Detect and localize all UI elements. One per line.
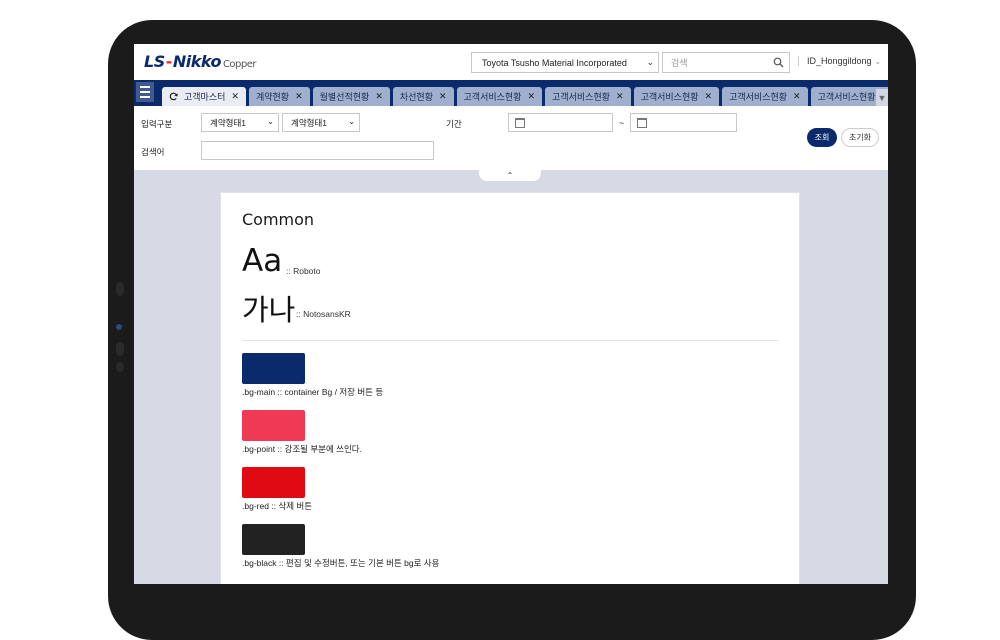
keyword-input[interactable] xyxy=(201,141,434,160)
color-swatch-point xyxy=(242,410,305,441)
tab-contract-status[interactable]: 계약현황 ✕ xyxy=(248,87,310,106)
divider xyxy=(242,340,778,341)
style-guide-card: Common Aa :: Roboto 가나 :: NotosansKR .bg… xyxy=(220,192,800,584)
top-header: LS-Nikko Copper Toyota Tsusho Material In… xyxy=(134,44,888,80)
tab-label: 고객서비스현황 xyxy=(463,92,522,102)
contract-type-select-1[interactable]: 계약형태1 ⌄ xyxy=(201,113,279,132)
tablet-side-button xyxy=(116,362,124,372)
chevron-down-icon: ⌄ xyxy=(267,117,274,126)
korean-font-sample: 가나 xyxy=(242,293,296,327)
refresh-icon[interactable] xyxy=(169,92,178,101)
start-date-input[interactable] xyxy=(508,113,613,132)
tab-customer-service[interactable]: 고객서비스현황 ✕ xyxy=(633,87,720,106)
input-type-label: 입력구분 xyxy=(141,119,173,129)
tab-lane-status[interactable]: 차선현황 ✕ xyxy=(392,87,454,106)
tab-customer-service[interactable]: 고객서비스현황 ✕ xyxy=(456,87,543,106)
calendar-icon[interactable] xyxy=(515,118,525,128)
latin-font-note: :: Roboto xyxy=(286,266,321,276)
tab-customer-service[interactable]: 고객서비스현황 ✕ xyxy=(722,87,808,106)
hamburger-icon[interactable] xyxy=(136,82,154,102)
app-screen: LS-Nikko Copper Toyota Tsusho Material In… xyxy=(134,44,888,584)
chevron-down-icon: ⌄ xyxy=(646,57,654,67)
swatch-label: .bg-black :: 편집 및 수정버튼, 또는 기본 버튼 bg로 사용 xyxy=(242,558,440,568)
chevron-up-icon: ⌃ xyxy=(506,171,514,180)
chevron-down-icon: ⌄ xyxy=(874,57,882,66)
search-button[interactable]: 조회 xyxy=(807,128,837,147)
swatch-label: .bg-main :: container Bg / 저장 버튼 등 xyxy=(242,387,384,397)
korean-font-note: :: NotosansKR xyxy=(296,309,351,319)
user-menu[interactable]: ID_Honggildong ⌄ xyxy=(798,56,881,66)
close-icon[interactable]: ✕ xyxy=(375,91,383,102)
tab-customer-service[interactable]: 고객서비스현황 ✕ xyxy=(545,87,631,106)
close-icon[interactable]: ✕ xyxy=(295,91,303,102)
tab-label: 고객서비스현황 xyxy=(552,92,611,102)
brand-logo[interactable]: LS-Nikko Copper xyxy=(144,52,257,71)
tablet-side-button xyxy=(116,342,124,356)
close-icon[interactable]: ✕ xyxy=(616,91,624,102)
search-icon[interactable] xyxy=(773,57,784,68)
close-icon[interactable]: ✕ xyxy=(231,91,239,102)
logo-ls: LS xyxy=(144,52,165,71)
logo-brand: Nikko xyxy=(172,52,222,71)
card-title: Common xyxy=(242,210,315,229)
tab-label: 차선현황 xyxy=(399,92,433,102)
latin-font-sample: Aa xyxy=(242,243,283,279)
filter-collapse-button[interactable]: ⌃ xyxy=(479,170,541,181)
color-swatch-main xyxy=(242,353,305,384)
company-select-value: Toyota Tsusho Material Incorporated xyxy=(482,57,627,68)
tablet-camera-dot xyxy=(116,324,122,330)
logo-dash: - xyxy=(165,52,173,71)
swatch-label: .bg-point :: 강조될 부분에 쓰인다. xyxy=(242,444,362,454)
logo-sub: Copper xyxy=(222,59,257,70)
user-id: ID_Honggildong xyxy=(807,56,872,66)
tab-monthly-shipment[interactable]: 월별선적현황 ✕ xyxy=(312,87,390,106)
tab-label: 고객마스터 xyxy=(184,92,226,102)
contract-type-select-2[interactable]: 계약형태1 ⌄ xyxy=(282,113,360,132)
swatch-label: .bg-red :: 삭제 버튼 xyxy=(242,501,313,511)
tab-label: 고객서비스현황 xyxy=(640,92,699,102)
tab-list: 고객마스터 ✕ 계약현황 ✕ 월별선적현황 ✕ 차선현황 ✕ 고객서비스현황 ✕ 고객서비… xyxy=(162,87,888,106)
global-search-input[interactable]: 검색 xyxy=(662,52,790,73)
keyword-label: 검색어 xyxy=(141,147,165,157)
end-date-input[interactable] xyxy=(630,113,737,132)
search-placeholder: 검색 xyxy=(671,58,688,68)
tablet-side-button xyxy=(116,282,124,296)
chevron-down-icon: ⌄ xyxy=(348,117,355,126)
tab-label: 월별선적현황 xyxy=(319,92,370,102)
color-swatch-black xyxy=(242,524,305,555)
reset-button[interactable]: 초기화 xyxy=(841,128,879,147)
company-select[interactable]: Toyota Tsusho Material Incorporated ⌄ xyxy=(471,52,659,73)
tab-label: 고객서비스현황 xyxy=(817,92,876,102)
tab-overflow-dropdown-icon[interactable]: ▼ xyxy=(876,89,888,106)
tab-label: 계약현황 xyxy=(255,92,290,102)
select-value: 계약형태1 xyxy=(210,117,247,128)
close-icon[interactable]: ✕ xyxy=(528,91,536,102)
tab-customer-master[interactable]: 고객마스터 ✕ xyxy=(162,87,246,106)
close-icon[interactable]: ✕ xyxy=(793,91,801,102)
close-icon[interactable]: ✕ xyxy=(705,91,713,102)
color-swatch-red xyxy=(242,467,305,498)
calendar-icon[interactable] xyxy=(637,118,647,128)
tab-label: 고객서비스현황 xyxy=(729,92,788,102)
date-range-separator: ~ xyxy=(619,118,625,128)
select-value: 계약형태1 xyxy=(291,117,328,128)
close-icon[interactable]: ✕ xyxy=(439,91,447,102)
period-label: 기간 xyxy=(446,119,462,129)
